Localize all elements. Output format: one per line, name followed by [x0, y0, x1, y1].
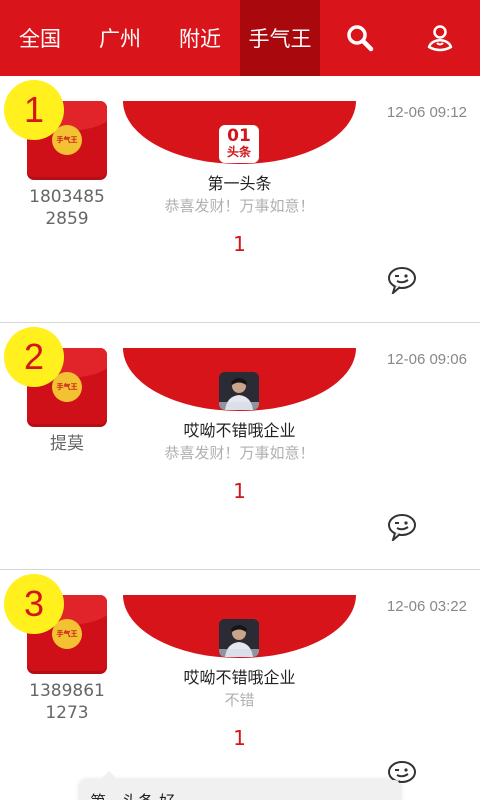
search-icon	[347, 25, 374, 52]
tab-nationwide[interactable]: 全国	[0, 0, 80, 76]
sender-name: 1389861 1273	[14, 680, 120, 724]
packet-wish: 恭喜发财！万事如意！	[164, 197, 315, 215]
rank-badge: 1	[4, 80, 64, 140]
timestamp: 12-06 03:22	[386, 598, 467, 615]
packet-wish: 恭喜发财！万事如意！	[164, 444, 315, 462]
list-item[interactable]: 2 手气王 提莫 哎呦不错哦企业 恭喜发财！万事如意！ 1 12-06 09:0…	[0, 323, 480, 570]
packet-title: 哎呦不错哦企业	[183, 668, 296, 687]
logo-text: 01	[227, 126, 251, 146]
logo-text: 头条	[226, 145, 251, 159]
brand-logo	[219, 372, 259, 410]
packet-wish: 不错	[224, 691, 255, 709]
top-nav: 全国 广州 附近 手气王	[0, 0, 480, 76]
timestamp: 12-06 09:06	[386, 351, 467, 368]
timestamp: 12-06 09:12	[386, 104, 467, 121]
sender-line: 提莫	[50, 434, 84, 454]
packet-title: 哎呦不错哦企业	[183, 421, 296, 440]
sender-name: 1803485 2859	[14, 186, 120, 230]
tab-nearby[interactable]: 附近	[160, 0, 240, 76]
sender-name: 提莫	[14, 433, 120, 455]
list-item[interactable]: 3 手气王 1389861 1273 哎呦不错哦企业 不错 1 12-06 03…	[0, 570, 480, 800]
sender-line: 2859	[45, 209, 89, 229]
rank-badge: 2	[4, 327, 64, 387]
packet-count: 1	[233, 726, 246, 750]
brand-logo	[219, 619, 259, 657]
user-account-button[interactable]	[400, 0, 480, 76]
user-account-icon	[427, 25, 453, 52]
tab-luck-king[interactable]: 手气王	[240, 0, 320, 76]
comment-face-icon[interactable]	[386, 513, 418, 541]
sender-line: 1389861	[29, 681, 105, 701]
avatar-icon	[219, 619, 259, 657]
sender-line: 1273	[45, 703, 89, 723]
packet-count: 1	[233, 479, 246, 503]
comment-tooltip: 第一头条 好	[80, 771, 400, 800]
search-button[interactable]	[320, 0, 400, 76]
avatar-icon	[219, 372, 259, 410]
sender-line: 1803485	[29, 187, 105, 207]
packet-count: 1	[233, 232, 246, 256]
comment-face-icon[interactable]	[386, 266, 418, 294]
packet-title: 第一头条	[207, 174, 272, 193]
rank-badge: 3	[4, 574, 64, 634]
red-packet-list: 1 手气王 1803485 2859 01 头条 第一头条 恭喜发财！万事如意！…	[0, 76, 480, 800]
list-item[interactable]: 1 手气王 1803485 2859 01 头条 第一头条 恭喜发财！万事如意！…	[0, 76, 480, 323]
tab-guangzhou[interactable]: 广州	[80, 0, 160, 76]
brand-logo: 01 头条	[219, 125, 259, 163]
